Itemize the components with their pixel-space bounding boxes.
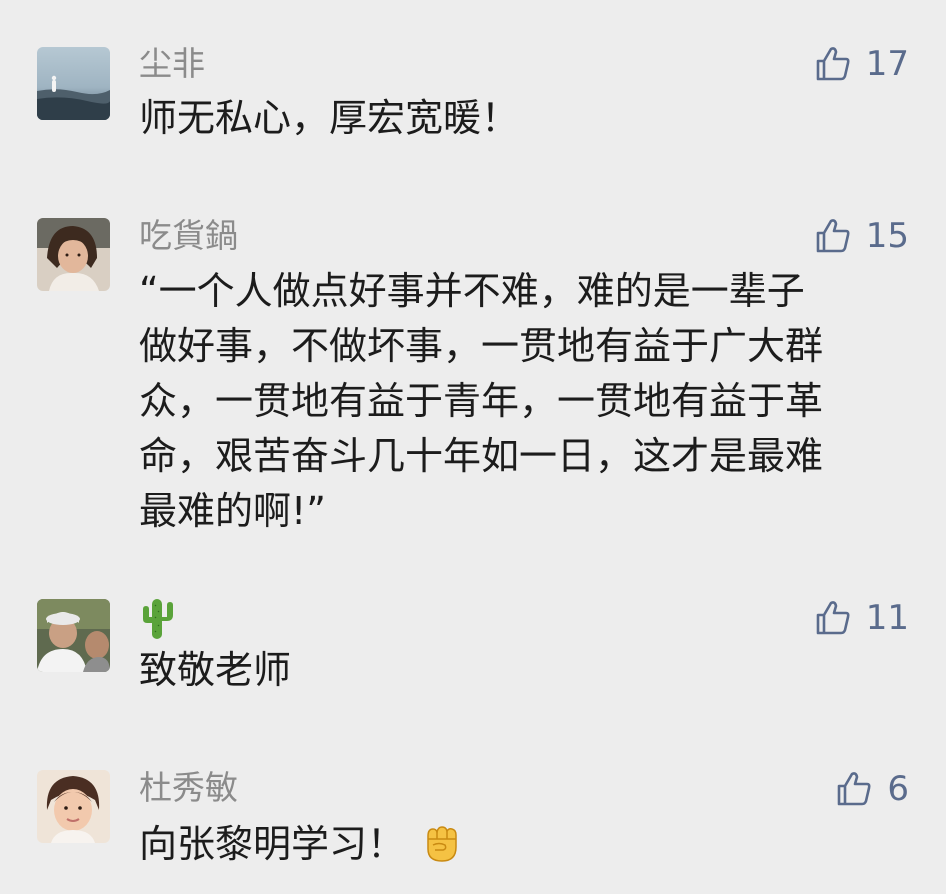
avatar[interactable] <box>37 599 110 672</box>
avatar-child-photo <box>37 218 110 291</box>
like-count: 17 <box>865 44 909 84</box>
comment-text-line: 师无私心，厚宏宽暖！ <box>139 96 520 140</box>
like-count: 6 <box>887 769 909 809</box>
commenter-name[interactable]: 杜秀敏 <box>139 768 238 808</box>
avatar-girl-portrait-photo <box>37 770 110 843</box>
like-button[interactable]: 6 <box>835 768 909 810</box>
commenter-name[interactable]: 尘非 <box>139 44 205 84</box>
like-button[interactable]: 11 <box>814 597 909 639</box>
raised-fist-emoji <box>419 821 463 880</box>
avatar-two-men-photo <box>37 599 110 672</box>
avatar[interactable] <box>37 218 110 291</box>
avatar-misty-field-photo <box>37 47 110 120</box>
like-count: 15 <box>865 216 909 256</box>
comment-text-line: 命，艰苦奋斗几十年如一日，这才是最难 <box>139 434 824 478</box>
cactus-emoji <box>139 599 175 643</box>
like-count: 11 <box>865 598 909 638</box>
thumbs-up-icon <box>814 217 852 255</box>
comment-text: 致敬老师 <box>139 643 899 698</box>
avatar[interactable] <box>37 47 110 120</box>
comment-text-line-wrapper: 向张黎明学习！ <box>139 817 899 880</box>
comment-text-line: 众，一贯地有益于青年，一贯地有益于革 <box>139 379 824 423</box>
thumbs-up-icon <box>814 45 852 83</box>
like-button[interactable]: 17 <box>814 43 909 85</box>
comment-text: 师无私心，厚宏宽暖！ <box>139 91 899 146</box>
comment-text-line: 向张黎明学习！ <box>139 822 406 866</box>
comment-text-line: 做好事，不做坏事，一贯地有益于广大群 <box>139 324 824 368</box>
commenter-name[interactable]: 吃貨鍋 <box>139 216 238 256</box>
comment-text: “一个人做点好事并不难，难的是一辈子 做好事，不做坏事，一贯地有益于广大群 众，… <box>139 264 899 539</box>
commenter-name[interactable] <box>139 597 175 643</box>
comment-text: 向张黎明学习！ <box>139 817 899 880</box>
like-button[interactable]: 15 <box>814 215 909 257</box>
comment-text-line: 最难的啊!” <box>139 489 326 533</box>
thumbs-up-icon <box>814 599 852 637</box>
comment-text-line: “一个人做点好事并不难，难的是一辈子 <box>139 269 805 313</box>
comment-text-line: 致敬老师 <box>139 648 292 692</box>
thumbs-up-icon <box>835 770 873 808</box>
avatar[interactable] <box>37 770 110 843</box>
